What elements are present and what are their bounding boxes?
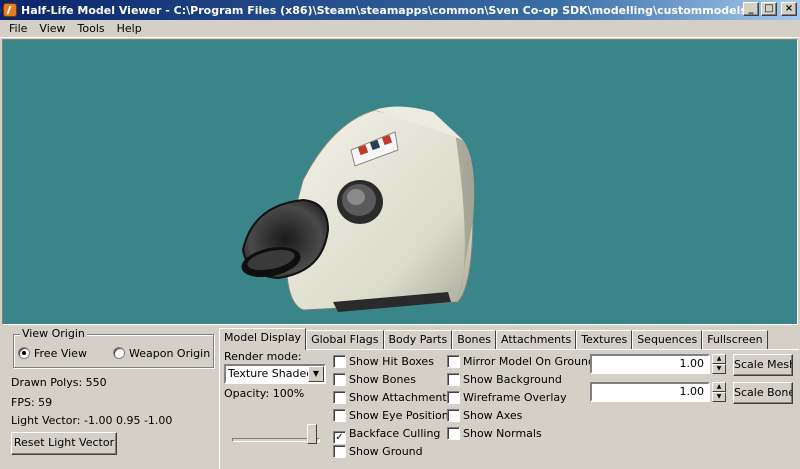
checkbox[interactable]: [333, 409, 346, 422]
app-icon: [3, 3, 17, 17]
window-controls: _ □ ×: [743, 2, 797, 16]
control-panel: View Origin Free View Weapon Origin Draw…: [0, 325, 800, 469]
scale-mesh-spin-up[interactable]: ▲: [712, 354, 726, 364]
opacity-label: Opacity: 100%: [224, 387, 305, 400]
scale-bones-spin-down[interactable]: ▼: [712, 392, 726, 402]
light-vector: Light Vector: -1.00 0.95 -1.00: [11, 414, 173, 427]
backface-culling-check[interactable]: ✓ Backface Culling: [333, 427, 440, 444]
menu-tools[interactable]: Tools: [72, 22, 111, 35]
radio-button-checked[interactable]: [18, 347, 30, 359]
knob: [337, 180, 383, 224]
scale-bones-spin-up[interactable]: ▲: [712, 382, 726, 392]
tab-bar: Model Display Global Flags Body Parts Bo…: [219, 328, 768, 350]
view-origin-group: View Origin Free View Weapon Origin: [13, 327, 214, 368]
checkbox[interactable]: [447, 391, 460, 404]
scale-mesh-input[interactable]: 1.00: [590, 354, 710, 374]
tab-attachments[interactable]: Attachments: [495, 330, 577, 349]
reset-light-vector-button[interactable]: Reset Light Vector: [11, 432, 117, 455]
checkbox[interactable]: [447, 355, 460, 368]
scale-bones-button[interactable]: Scale Bones: [733, 382, 793, 404]
show-axes-check[interactable]: Show Axes: [447, 409, 522, 422]
show-hit-boxes-check[interactable]: Show Hit Boxes: [333, 355, 434, 368]
show-normals-label: Show Normals: [463, 427, 542, 440]
wireframe-overlay-label: Wireframe Overlay: [463, 391, 567, 404]
checkbox[interactable]: [333, 355, 346, 368]
backface-culling-label: Backface Culling: [349, 427, 441, 440]
checkbox[interactable]: [333, 445, 346, 458]
view-origin-title: View Origin: [20, 327, 87, 340]
checkbox[interactable]: [447, 427, 460, 440]
show-hit-boxes-label: Show Hit Boxes: [349, 355, 434, 368]
show-normals-check[interactable]: Show Normals: [447, 427, 542, 440]
show-background-label: Show Background: [463, 373, 562, 386]
scale-bones-input[interactable]: 1.00: [590, 382, 710, 402]
show-background-check[interactable]: Show Background: [447, 373, 562, 386]
radio-button[interactable]: [113, 347, 125, 359]
scale-mesh-spin-down[interactable]: ▼: [712, 364, 726, 374]
render-mode-label: Render mode:: [224, 350, 302, 363]
opacity-slider-thumb[interactable]: [307, 424, 317, 444]
weapon-origin-radio[interactable]: Weapon Origin: [113, 347, 210, 360]
mirror-model-label: Mirror Model On Ground: [463, 355, 596, 368]
chevron-down-icon[interactable]: ▼: [308, 366, 324, 382]
free-view-radio[interactable]: Free View: [18, 347, 87, 360]
tab-bones[interactable]: Bones: [452, 330, 496, 349]
show-eye-position-check[interactable]: Show Eye Position: [333, 409, 449, 422]
menu-file[interactable]: File: [3, 22, 33, 35]
show-attachments-label: Show Attachments: [349, 391, 453, 404]
show-bones-label: Show Bones: [349, 373, 416, 386]
checkbox-checked[interactable]: ✓: [333, 431, 346, 444]
checkbox[interactable]: [333, 373, 346, 386]
render-mode-value: Texture Shaded: [228, 367, 314, 380]
weapon-origin-label: Weapon Origin: [129, 347, 211, 360]
title-bar: Half-Life Model Viewer - C:\Program File…: [0, 0, 800, 20]
tab-sequences[interactable]: Sequences: [632, 330, 703, 349]
tab-global-flags[interactable]: Global Flags: [306, 330, 384, 349]
menu-help[interactable]: Help: [111, 22, 148, 35]
show-bones-check[interactable]: Show Bones: [333, 373, 416, 386]
fps-readout: FPS: 59: [11, 396, 53, 409]
show-eye-position-label: Show Eye Position: [349, 409, 449, 422]
checkbox[interactable]: [447, 373, 460, 386]
tab-model-display[interactable]: Model Display: [219, 328, 307, 350]
tab-body-parts[interactable]: Body Parts: [383, 330, 453, 349]
drawn-polys: Drawn Polys: 550: [11, 376, 107, 389]
menu-view[interactable]: View: [33, 22, 71, 35]
model-display-panel: Render mode: Texture Shaded ▼ Opacity: 1…: [219, 349, 799, 469]
maximize-button[interactable]: □: [761, 2, 777, 16]
tab-textures[interactable]: Textures: [576, 330, 633, 349]
minimize-button[interactable]: _: [743, 2, 759, 16]
checkbox[interactable]: [333, 391, 346, 404]
free-view-label: Free View: [34, 347, 87, 360]
close-button[interactable]: ×: [781, 2, 797, 16]
mirror-model-check[interactable]: Mirror Model On Ground: [447, 355, 595, 368]
wireframe-overlay-check[interactable]: Wireframe Overlay: [447, 391, 567, 404]
model-render: [241, 106, 475, 312]
render-mode-select[interactable]: Texture Shaded ▼: [224, 364, 326, 384]
menu-bar: File View Tools Help: [0, 20, 800, 38]
tab-fullscreen[interactable]: Fullscreen: [702, 330, 768, 349]
model-viewport[interactable]: [2, 39, 798, 325]
show-attachments-check[interactable]: Show Attachments: [333, 391, 452, 404]
show-ground-label: Show Ground: [349, 445, 423, 458]
show-ground-check[interactable]: Show Ground: [333, 445, 423, 458]
show-axes-label: Show Axes: [463, 409, 523, 422]
window-title: Half-Life Model Viewer - C:\Program File…: [21, 3, 756, 17]
scale-mesh-button[interactable]: Scale Mesh: [733, 354, 793, 376]
checkbox[interactable]: [447, 409, 460, 422]
